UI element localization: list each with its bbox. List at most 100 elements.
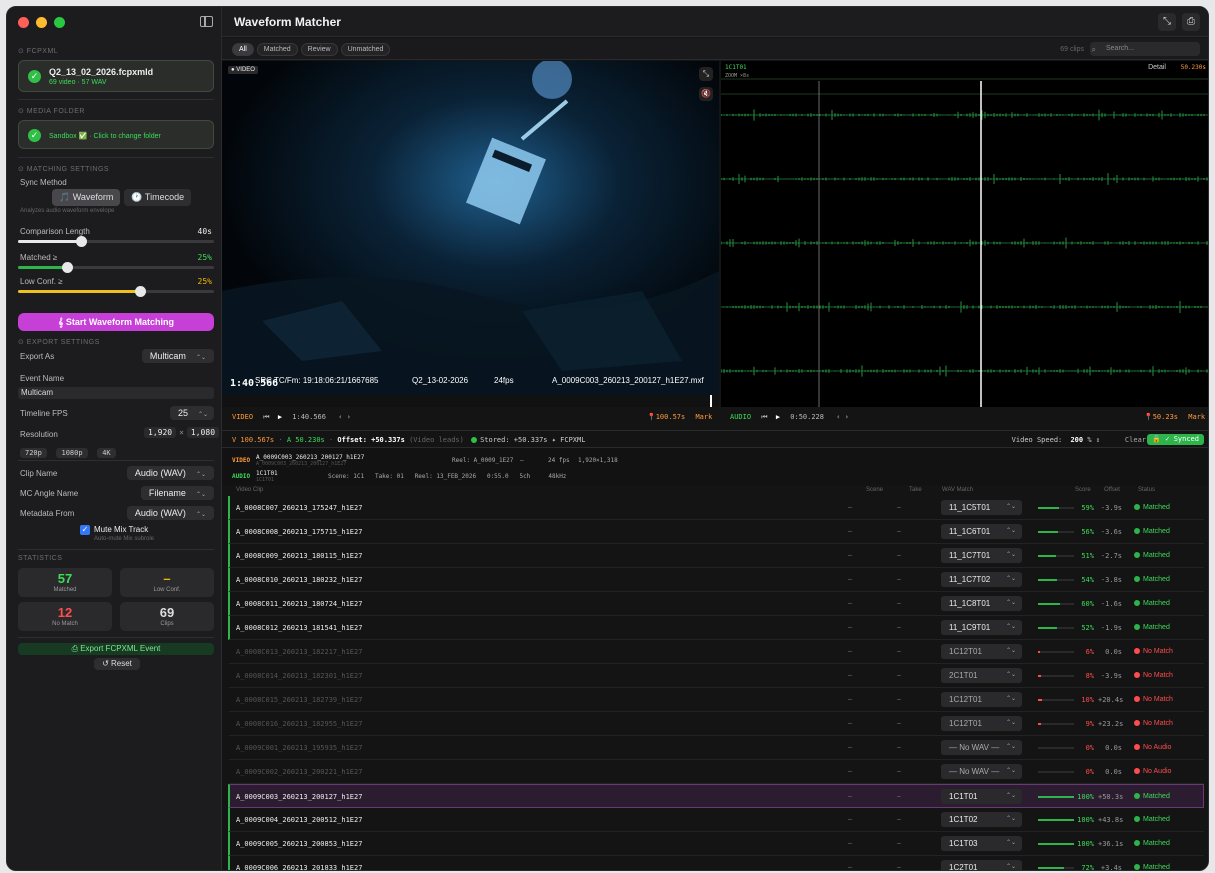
row-wav-select[interactable]: 1C12T01 — [941, 716, 1022, 731]
table-row[interactable]: A_0008C008_260213_175715_h1E27 – – 11_1C6T0… — [228, 520, 1204, 544]
slider-knob[interactable] — [75, 236, 87, 247]
row-score: 8% — [1085, 672, 1094, 680]
search-input[interactable]: Search... — [1090, 42, 1200, 56]
preset-720p[interactable]: 720p — [20, 448, 47, 458]
filter-review[interactable]: Review — [300, 43, 338, 56]
row-wav-select[interactable]: 11_1C5T01 — [941, 500, 1022, 515]
col-take[interactable]: Take — [909, 487, 922, 493]
playhead[interactable] — [710, 395, 712, 407]
lowconf-threshold-slider[interactable] — [18, 286, 214, 297]
media-folder-card[interactable]: ✓ Sandbox ✅ · Click to change folder — [18, 120, 214, 149]
table-row[interactable]: A_0008C014_260213_182301_h1E27 – – 2C1T01 8%… — [228, 664, 1204, 688]
skip-back-icon[interactable]: ⏮ — [263, 413, 269, 421]
row-wav-select[interactable]: 11_1C9T01 — [941, 620, 1022, 635]
filter-matched[interactable]: Matched — [256, 43, 298, 56]
row-wav-select[interactable]: 1C12T01 — [941, 692, 1022, 707]
mute-mix-checkbox[interactable]: ✓ — [80, 525, 90, 535]
fcpxml-file-card[interactable]: ✓ Q2_13_02_2026.fcpxmld 69 video · 57 WA… — [18, 60, 214, 92]
nudge-arrows-icon[interactable]: ‹ › — [338, 413, 351, 421]
skip-back-icon[interactable]: ⏮ — [761, 413, 767, 421]
clip-name-select[interactable]: Audio (WAV) — [126, 466, 214, 480]
comparison-length-slider[interactable] — [18, 236, 214, 247]
expand-icon[interactable]: ⤡ — [1158, 13, 1176, 31]
table-row[interactable]: A_0009C006_260213_201833_h1E27 – – 1C2T01 72… — [228, 856, 1204, 870]
fullscreen-icon[interactable]: ⤡ — [699, 67, 713, 81]
row-wav-select[interactable]: 1C1T03 — [941, 836, 1022, 851]
table-row[interactable]: A_0008C009_260213_180115_h1E27 – – 11_1C7T0… — [228, 544, 1204, 568]
row-wav-select[interactable]: 1C2T01 — [941, 860, 1022, 870]
close-window-button[interactable] — [18, 17, 29, 28]
table-row[interactable]: A_0009C003_260213_200127_h1E27 – – 1C1T01 10… — [228, 784, 1204, 808]
print-icon[interactable]: ⎙ — [1182, 13, 1200, 31]
preset-1080p[interactable]: 1080p — [56, 448, 88, 458]
timecode-option[interactable]: 🕐 Timecode — [124, 189, 192, 206]
export-as-select[interactable]: Multicam — [141, 349, 214, 363]
col-scene[interactable]: Scene — [866, 487, 883, 493]
video-scrubber[interactable] — [222, 395, 719, 407]
table-row[interactable]: A_0008C012_260213_181541_h1E27 – – 11_1C9T0… — [228, 616, 1204, 640]
col-wav-match[interactable]: WAV Match — [942, 487, 973, 493]
sidebar-toggle-icon[interactable] — [200, 16, 213, 27]
clear-button[interactable]: Clear — [1125, 436, 1146, 444]
reset-button[interactable]: ↺ Reset — [94, 658, 140, 670]
row-wav-select[interactable]: — No WAV — — [941, 740, 1022, 755]
row-offset: 0.0s — [1105, 744, 1122, 752]
row-wav-select[interactable]: 11_1C7T01 — [941, 548, 1022, 563]
metadata-from-select[interactable]: Audio (WAV) — [126, 506, 214, 520]
table-row[interactable]: A_0008C010_260213_180232_h1E27 – – 11_1C7T0… — [228, 568, 1204, 592]
table-row[interactable]: A_0008C011_260213_180724_h1E27 – – 11_1C8T0… — [228, 592, 1204, 616]
filter-all[interactable]: All — [232, 43, 254, 56]
slider-knob[interactable] — [134, 286, 146, 297]
start-matching-button[interactable]: 𝄞 Start Waveform Matching — [18, 313, 214, 331]
speed-value[interactable]: 200 — [1070, 436, 1083, 444]
waveform-option[interactable]: 🎵 Waveform — [52, 189, 121, 206]
mute-icon[interactable]: 🔇 — [699, 87, 713, 101]
minimize-window-button[interactable] — [36, 17, 47, 28]
synced-button[interactable]: 🔒 ✓ Synced — [1147, 434, 1204, 445]
table-row[interactable]: A_0009C002_260213_200221_h1E27 – – — No WAV… — [228, 760, 1204, 784]
video-viewer[interactable]: ● VIDEO ⤡ 🔇 SRC TC/Fm: 19:18:06:21/16676… — [222, 61, 719, 407]
video-mark-button[interactable]: Mark — [695, 413, 712, 421]
toolbar: Waveform Matcher ⤡ ⎙ — [222, 7, 1208, 37]
table-row[interactable]: A_0008C015_260213_182739_h1E27 – – 1C12T01 1… — [228, 688, 1204, 712]
nudge-arrows-icon[interactable]: ‹ › — [836, 413, 849, 421]
table-row[interactable]: A_0009C005_260213_200853_h1E27 – – 1C1T03 10… — [228, 832, 1204, 856]
row-wav-select[interactable]: 11_1C8T01 — [941, 596, 1022, 611]
row-wav-select[interactable]: 1C1T01 — [941, 789, 1022, 804]
export-fcpxml-button[interactable]: ⎙ Export FCPXML Event — [18, 643, 214, 655]
play-icon[interactable]: ▶ — [278, 413, 282, 421]
table-row[interactable]: A_0008C016_260213_182955_h1E27 – – 1C12T01 9… — [228, 712, 1204, 736]
mc-angle-select[interactable]: Filename — [140, 486, 214, 500]
filter-unmatched[interactable]: Unmatched — [340, 43, 391, 56]
table-row[interactable]: A_0008C013_260213_182217_h1E27 – – 1C12T01 6… — [228, 640, 1204, 664]
resolution-width-input[interactable]: 1,920 — [144, 427, 177, 438]
row-wav-select[interactable]: — No WAV — — [941, 764, 1022, 779]
table-row[interactable]: A_0009C004_260213_200512_h1E27 – – 1C1T02 10… — [228, 808, 1204, 832]
audio-mark-button[interactable]: Mark — [1188, 413, 1205, 421]
row-wav-select[interactable]: 11_1C7T02 — [941, 572, 1022, 587]
col-score[interactable]: Score — [1075, 487, 1091, 493]
play-icon[interactable]: ▶ — [776, 413, 780, 421]
preset-4k[interactable]: 4K — [97, 448, 116, 458]
status-icon — [1134, 672, 1140, 678]
col-video-clip[interactable]: Video Clip — [236, 487, 263, 493]
fps-select[interactable]: 25 — [170, 406, 214, 420]
speed-stepper-icon[interactable]: ⇕ — [1096, 436, 1100, 444]
row-wav-select[interactable]: 2C1T01 — [941, 668, 1022, 683]
audio-transport-time: 0:50.228 — [790, 413, 824, 421]
row-wav-select[interactable]: 1C1T02 — [941, 812, 1022, 827]
zoom-window-button[interactable] — [54, 17, 65, 28]
matched-threshold-slider[interactable] — [18, 262, 214, 273]
event-name-input[interactable]: Multicam — [18, 387, 214, 399]
stat-lowconf: – Low Conf. — [120, 568, 214, 597]
statistics-header: Statistics — [18, 555, 63, 562]
audio-waveform-viewer[interactable]: 1C1T01 ZOOM ×8s Detail 50.230s — [721, 61, 1208, 407]
table-row[interactable]: A_0008C007_260213_175247_h1E27 – – 11_1C5T0… — [228, 496, 1204, 520]
col-offset[interactable]: Offset — [1104, 487, 1120, 493]
row-wav-select[interactable]: 1C12T01 — [941, 644, 1022, 659]
resolution-height-input[interactable]: 1,080 — [186, 427, 220, 438]
table-row[interactable]: A_0009C001_260213_195935_h1E27 – – — No WAV… — [228, 736, 1204, 760]
col-status[interactable]: Status — [1138, 487, 1155, 493]
slider-knob[interactable] — [62, 262, 73, 273]
row-wav-select[interactable]: 11_1C6T01 — [941, 524, 1022, 539]
